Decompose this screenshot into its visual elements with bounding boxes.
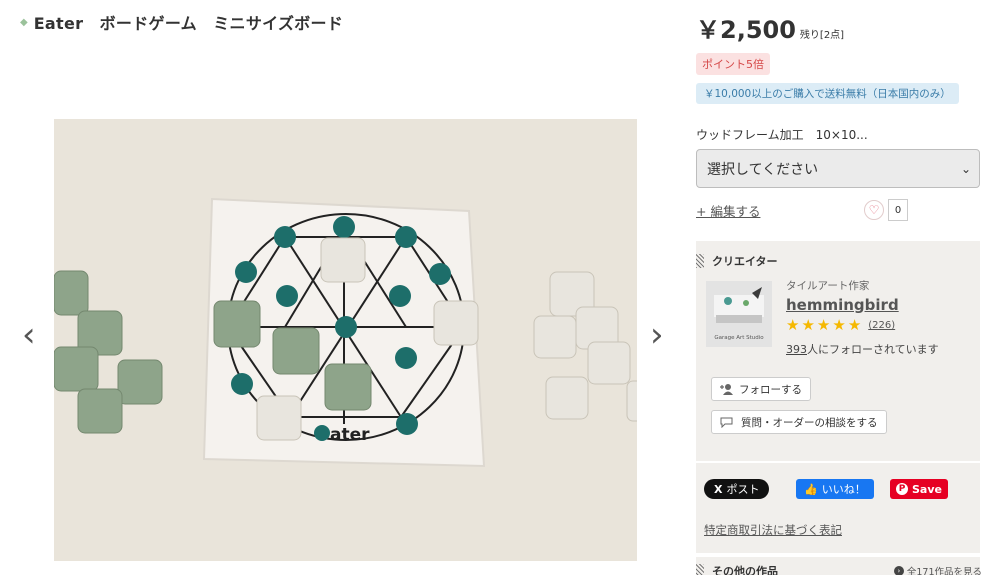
- share-pinterest-button[interactable]: P Save: [890, 479, 948, 499]
- hatch-marker: [696, 564, 704, 575]
- chevron-right-icon: ›: [893, 566, 904, 575]
- board-logo-text: ater: [330, 425, 370, 445]
- chevron-down-icon: ⌄: [960, 161, 971, 176]
- avatar[interactable]: Garage Art Studio: [706, 281, 772, 347]
- share-facebook-label: いいね！: [821, 483, 866, 496]
- diamond-icon: ◆: [20, 16, 28, 28]
- share-x-label: ポスト: [726, 483, 760, 496]
- option-select-value: 選択してください: [707, 161, 819, 178]
- star-icon: ★: [847, 316, 862, 334]
- followers-text: 393人にフォローされています: [786, 341, 939, 357]
- commerce-law-link[interactable]: 特定商取引法に基づく表記: [704, 522, 842, 538]
- star-icon: ★: [786, 316, 800, 334]
- creator-name[interactable]: hemmingbird: [786, 296, 899, 314]
- star-icon: ★: [801, 316, 815, 334]
- gallery-next-icon[interactable]: ›: [650, 318, 664, 352]
- shipping-badge: ￥10,000以上のご購入で送料無料（日本国内のみ）: [696, 83, 959, 104]
- creator-header: クリエイター: [696, 253, 778, 269]
- creator-panel: クリエイター Garage Art Studio タイルアート作家 hemmin…: [696, 241, 980, 553]
- favorite-count: 0: [888, 199, 908, 221]
- stock-count: 残り[2点]: [799, 30, 845, 41]
- option-label: ウッドフレーム加工 10×10...: [696, 128, 868, 142]
- thumbs-up-icon: 👍: [804, 482, 818, 496]
- creator-role: タイルアート作家: [786, 280, 870, 292]
- pinterest-icon: P: [896, 483, 908, 495]
- other-works-title: その他の作品: [712, 565, 778, 575]
- other-works-title-row: その他の作品: [696, 563, 778, 575]
- creator-section-title: クリエイター: [712, 255, 778, 268]
- favorite-control[interactable]: ♡ 0: [864, 199, 908, 221]
- point-badge: ポイント5倍: [696, 53, 770, 75]
- edit-link[interactable]: + 編集する: [696, 201, 760, 220]
- consult-button[interactable]: 質問・オーダーの相談をする: [711, 410, 887, 434]
- see-all-link[interactable]: › 全171作品を見る: [893, 564, 982, 575]
- heart-icon[interactable]: ♡: [864, 200, 884, 220]
- chat-bubble-icon: [720, 417, 733, 428]
- review-count[interactable]: (226): [868, 320, 895, 331]
- price: ￥2,500: [696, 16, 796, 44]
- product-image[interactable]: ater: [54, 119, 637, 561]
- price-row: ￥2,500 残り[2点]: [696, 10, 844, 45]
- avatar-text: Garage Art Studio: [714, 335, 764, 341]
- hatch-marker: [696, 254, 704, 268]
- share-pinterest-label: Save: [912, 482, 942, 496]
- gallery-prev-icon[interactable]: ‹: [22, 318, 36, 352]
- x-logo-icon: X: [714, 482, 723, 496]
- option-select[interactable]: 選択してください ⌄: [696, 149, 980, 188]
- consult-label: 質問・オーダーの相談をする: [741, 416, 878, 429]
- add-user-icon: [720, 384, 733, 395]
- see-all-label: 全171作品を見る: [906, 567, 982, 575]
- follow-button[interactable]: フォローする: [711, 377, 811, 401]
- followers-label: 人にフォローされています: [807, 343, 939, 356]
- product-title: Eater ボードゲーム ミニサイズボード: [33, 14, 344, 33]
- share-facebook-button[interactable]: 👍 いいね！: [796, 479, 874, 499]
- share-x-button[interactable]: X ポスト: [704, 479, 770, 499]
- star-icon: ★: [832, 316, 846, 334]
- star-icon: ★: [816, 316, 831, 334]
- divider: [696, 461, 980, 463]
- rating-stars: ★ ★ ★ ★ ★ (226): [786, 318, 895, 333]
- product-title-row: ◆ Eater ボードゲーム ミニサイズボード: [20, 10, 343, 34]
- followers-count[interactable]: 393: [786, 343, 807, 356]
- follow-label: フォローする: [739, 383, 802, 396]
- other-works-header: その他の作品 › 全171作品を見る: [696, 557, 982, 575]
